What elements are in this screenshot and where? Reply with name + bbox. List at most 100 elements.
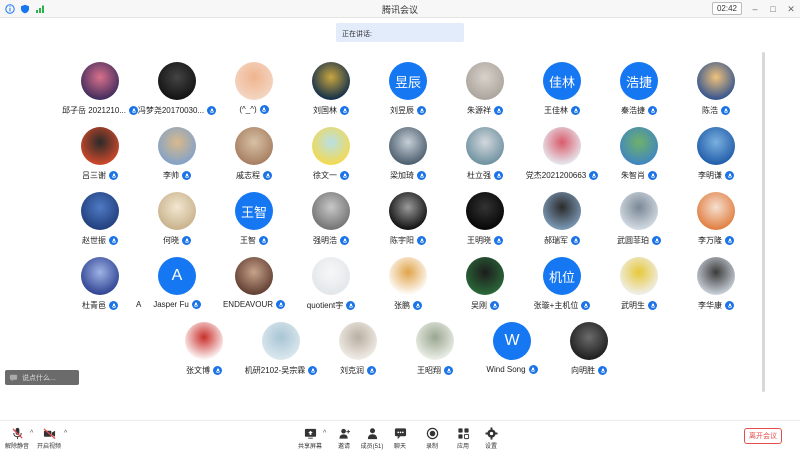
mic-icon [259,105,269,114]
mic-icon [725,171,734,180]
avatar [620,192,658,230]
avatar [543,192,581,230]
mic-icon [494,106,503,115]
mic-icon [528,365,538,374]
mic-icon [725,301,734,310]
participant-name: 张鹏 [394,301,410,310]
muted-mic-icon [11,427,23,440]
participant-name: 刘克润 [340,366,364,375]
mic-icon [182,171,191,180]
mic-icon [648,171,657,180]
mic-icon [598,366,607,375]
participant-grid: 邱子岳 2021210... 冯梦尧20170030... (^_^) 刘国林 昱辰 刘昱… [0,0,800,400]
avatar [620,127,658,165]
mic-icon [648,301,657,310]
avatar: 王智 [235,192,273,230]
participant-name: 吴刚 [471,301,487,310]
avatar: A [158,257,196,295]
participant-name: 吕三谢 [82,171,106,180]
avatar [389,127,427,165]
mic-icon [276,300,286,309]
avatar [312,257,350,295]
participant-name: 杜青邑 [82,301,106,310]
avatar [466,127,504,165]
mic-icon [417,106,426,115]
share-screen-button[interactable]: 共享屏幕 [294,427,326,450]
share-screen-icon [304,428,316,439]
avatar [81,192,119,230]
mic-icon [340,171,349,180]
participant-name: 杜立强 [467,171,491,180]
share-options-chevron-icon[interactable]: ^ [323,430,326,437]
avatar: 昱辰 [389,62,427,100]
avatar: W [493,322,531,360]
avatar [158,127,196,165]
mic-icon [494,236,503,245]
mic-icon [213,366,222,375]
avatar [697,62,735,100]
participant-name: 赵世振 [82,236,106,245]
record-button[interactable]: 录制 [416,427,448,450]
participant-tile[interactable]: 李万隆 [671,192,761,256]
mic-icon [259,236,268,245]
participant-tile[interactable]: 陈浩 [671,62,761,126]
participant-name: 刘国林 [313,106,337,115]
participant-tile[interactable]: 向明胜 [544,322,634,386]
settings-button[interactable]: 设置 [475,427,507,450]
participant-name: 机研2102-吴宗霖 [244,366,306,375]
mic-icon [340,106,349,115]
mic-icon [417,171,426,180]
participant-name: 向明胜 [571,366,595,375]
invite-icon [338,428,350,439]
mic-icon [109,171,118,180]
avatar [312,62,350,100]
participant-name: 徐文一 [313,171,337,180]
participant-name: (^_^) [239,105,257,114]
chat-input[interactable]: 说点什么... [5,370,79,385]
mic-icon [725,236,734,245]
mic-icon [109,301,118,310]
participant-name: 李华康 [698,301,722,310]
start-video-button[interactable]: 开启视频 [33,427,65,450]
mic-icon [581,301,591,310]
mic-icon [413,301,422,310]
participant-name: 郝瑞军 [544,236,568,245]
avatar: 佳林 [543,62,581,100]
avatar [158,192,196,230]
mic-icon [571,106,580,115]
mic-icon [721,106,730,115]
participant-name: 王智 [240,236,256,245]
avatar [466,192,504,230]
scrollbar[interactable] [762,52,765,392]
mic-icon [340,236,349,245]
participant-name: 党杰2021200663 [525,171,587,180]
mic-icon [367,366,376,375]
chat-button[interactable]: 聊天 [384,427,416,450]
participant-name: 强明浩 [313,236,337,245]
participant-name: 朱源祥 [467,106,491,115]
avatar [620,257,658,295]
leave-meeting-button[interactable]: 离开会议 [744,428,782,444]
participant-name: 张璇+主机位 [533,301,579,310]
participant-tile[interactable]: 李华康 [671,257,761,321]
stray-label: A [136,300,142,309]
participant-name: 武明生 [621,301,645,310]
chat-placeholder: 说点什么... [22,374,56,382]
participant-name: 梁加琦 [390,171,414,180]
participant-name: 秦浩捷 [621,106,645,115]
avatar: 机位 [543,257,581,295]
participant-name: 刘昱辰 [390,106,414,115]
participant-name: 李明谦 [698,171,722,180]
avatar [235,257,273,295]
avatar [466,62,504,100]
mic-icon [182,236,191,245]
avatar [235,62,273,100]
avatar [235,127,273,165]
participant-tile[interactable]: 李明谦 [671,127,761,191]
mic-icon [109,236,118,245]
mic-icon [417,236,426,245]
unmute-button[interactable]: 解除静音 [1,427,33,450]
apps-icon [457,428,469,440]
video-options-chevron-icon[interactable]: ^ [64,430,67,437]
avatar [697,192,735,230]
